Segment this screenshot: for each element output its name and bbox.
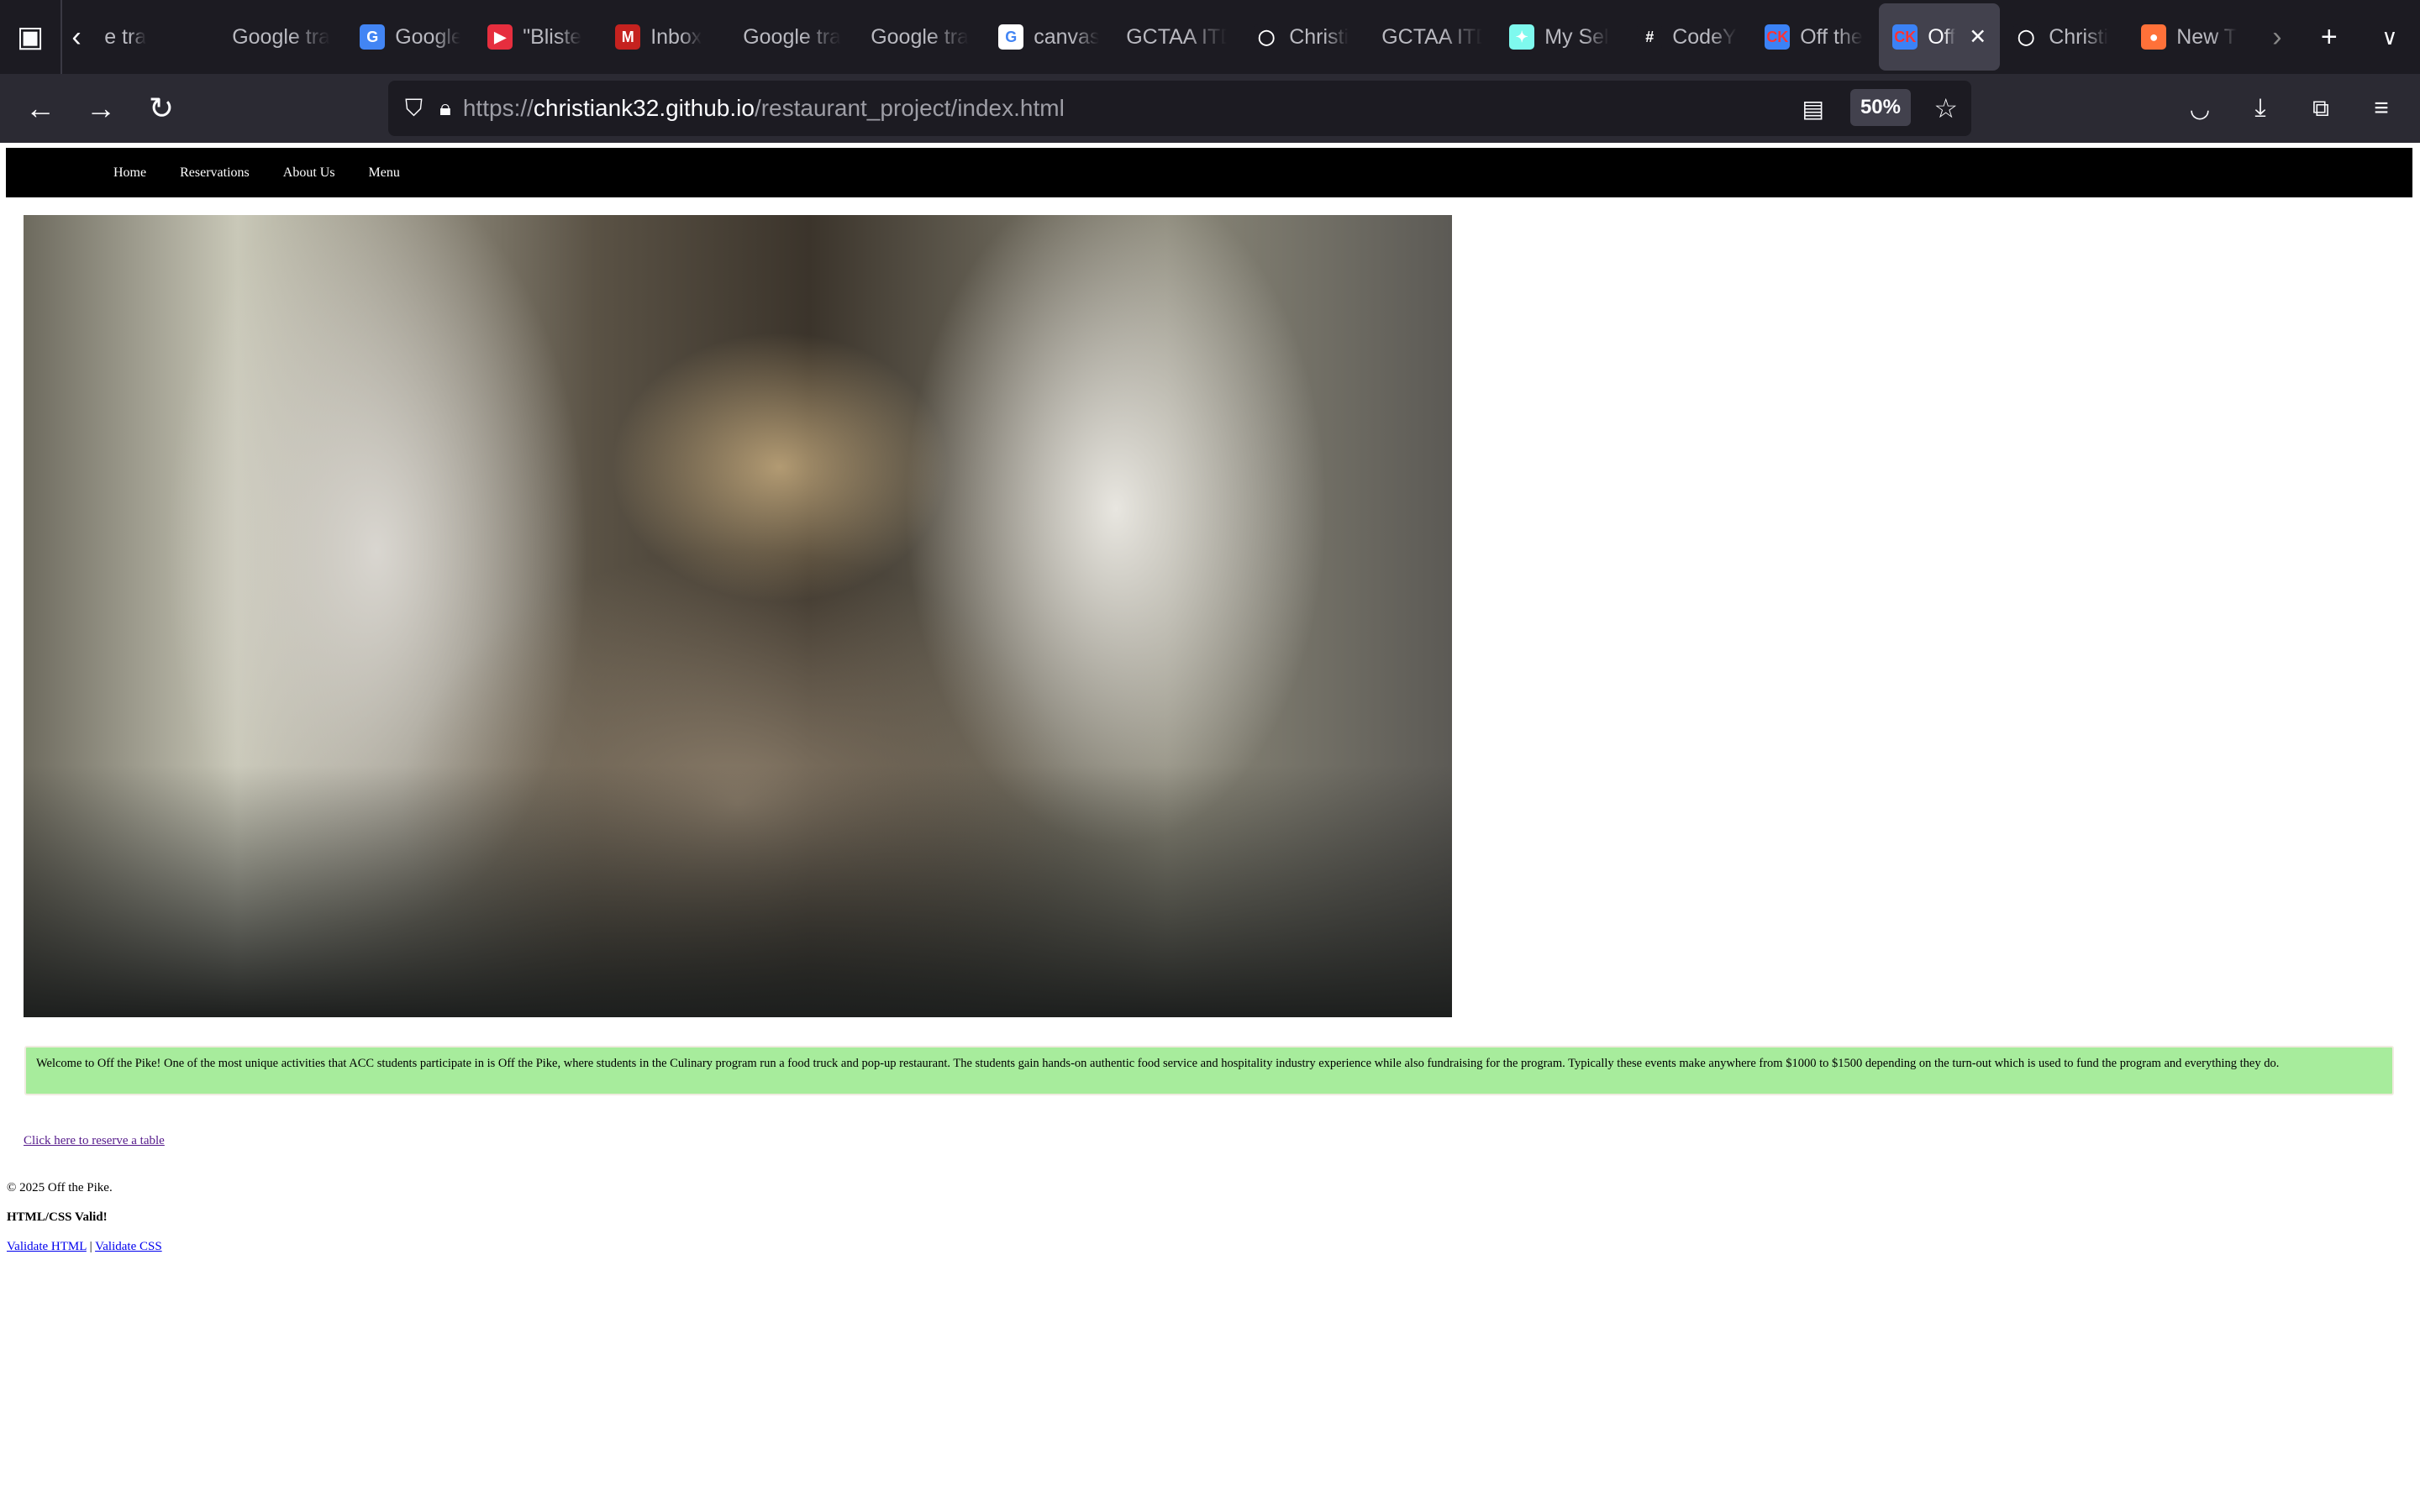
tab-label: Christi [2049,24,2109,49]
url-bar[interactable]: ⛉ 🔒︎ https://christiank32.github.io/rest… [388,81,1971,136]
tab-favicon-icon: ▶ [487,24,513,50]
reload-icon[interactable]: ↻ [131,78,192,139]
browser-tab[interactable]: ● New T [2128,3,2255,71]
tab-label: Google tra [232,24,330,49]
tab-label: Google [395,24,461,49]
zoom-level-button[interactable]: 50% [1849,89,1911,126]
tab-favicon-icon: CK [1765,24,1791,50]
bookmark-star-icon[interactable]: ☆ [1933,92,1958,124]
back-icon[interactable]: ← [10,78,71,139]
tab-favicon-icon: ● [2141,24,2167,50]
validate-links: Validate HTML | Validate CSS [7,1240,162,1253]
valid-heading: HTML/CSS Valid! [7,1210,108,1224]
browser-tab[interactable]: CK Off the [1751,3,1879,71]
tab-overview-icon[interactable]: ▣ [0,0,60,74]
copyright: © 2025 Off the Pike. [7,1181,113,1194]
download-icon[interactable]: ⤓ [2230,78,2291,139]
browser-tab[interactable]: Google tra [218,3,346,71]
tab-label: Google tra [871,24,969,49]
browser-tab[interactable]: ✦ My Sel [1496,3,1623,71]
browser-tab[interactable]: Google tra [857,3,985,71]
validate-html-link[interactable]: Validate HTML [7,1240,87,1253]
tab-favicon-icon: # [1637,24,1663,50]
scroll-tabs-left-icon[interactable]: ‹ [62,0,91,74]
kitchen-hero-image [24,215,1452,1017]
browser-tab[interactable]: # CodeY [1623,3,1751,71]
tab-label: New T [2176,24,2237,49]
nav-toolbar: ← → ↻ ⛉ 🔒︎ https://christiank32.github.i… [0,74,2420,143]
browser-tab[interactable]: ▶ "Bliste [474,3,602,71]
reserve-table-link[interactable]: Click here to reserve a table [24,1134,165,1148]
validate-css-link[interactable]: Validate CSS [95,1240,162,1253]
menu-icon[interactable]: ≡ [2351,78,2412,139]
tab-favicon-icon: CK [1892,24,1918,50]
tab-label: CodeY [1672,24,1737,49]
tab-favicon-icon: ✦ [1509,24,1535,50]
browser-tab[interactable]: Google tra [729,3,857,71]
browser-tab[interactable]: M Inbox [602,3,729,71]
welcome-text: Welcome to Off the Pike! One of the most… [24,1046,2394,1095]
tab-bar: ▣ ‹ e tra Google tra G Google ▶ "Bliste M Inbox… [0,0,2420,74]
nav-about-us[interactable]: About Us [283,165,335,181]
tab-label: Google tra [743,24,841,49]
browser-tab[interactable]: e tra [91,3,218,71]
browser-tab[interactable]: ◯ Christi [1240,3,1368,71]
lock-icon[interactable]: 🔒︎ [439,95,451,122]
tab-label: Inbox [650,24,702,49]
tab-favicon-icon: M [615,24,641,50]
tab-favicon-icon: G [360,24,386,50]
tab-label: e tra [104,24,147,49]
browser-tab[interactable]: CK Off ✕ [1879,3,2001,71]
tab-label: Off [1928,24,1956,49]
pocket-icon[interactable]: ◡ [2170,78,2230,139]
forward-icon[interactable]: → [71,78,131,139]
tab-favicon-icon: ◯ [2013,24,2039,50]
list-tabs-icon[interactable]: ∨ [2360,0,2420,74]
reader-view-icon[interactable]: ▤ [1802,95,1824,123]
shield-icon[interactable]: ⛉ [405,95,423,123]
tab-label: GCTAA ITD [1126,24,1228,49]
site-nav: Home Reservations About Us Menu [6,148,2412,197]
web-page: Home Reservations About Us Menu Welcome … [0,143,2420,1512]
extensions-icon[interactable]: ⧉ [2291,78,2351,139]
browser-tab[interactable]: GCTAA ITD [1113,3,1240,71]
tab-label: "Bliste [523,24,582,49]
tab-label: canvas [1034,24,1100,49]
nav-menu[interactable]: Menu [369,165,400,181]
tab-label: My Sel [1544,24,1609,49]
browser-tab[interactable]: Gcanvas [985,3,1113,71]
new-tab-icon[interactable]: + [2299,0,2360,74]
tab-label: GCTAA ITD [1381,24,1483,49]
nav-reservations[interactable]: Reservations [180,165,250,181]
browser-tab[interactable]: GCTAA ITD [1368,3,1496,71]
browser-tab[interactable]: ◯ Christi [2000,3,2128,71]
close-tab-icon[interactable]: ✕ [1969,24,1986,50]
tab-label: Christi [1289,24,1349,49]
url-text[interactable]: https://christiank32.github.io/restauran… [463,95,1065,122]
tab-favicon-icon: G [998,24,1024,50]
scroll-tabs-right-icon[interactable]: › [2255,0,2299,74]
tab-label: Off the [1800,24,1863,49]
tab-favicon-icon: ◯ [1254,24,1280,50]
browser-tab[interactable]: G Google [346,3,474,71]
nav-home[interactable]: Home [113,165,146,181]
